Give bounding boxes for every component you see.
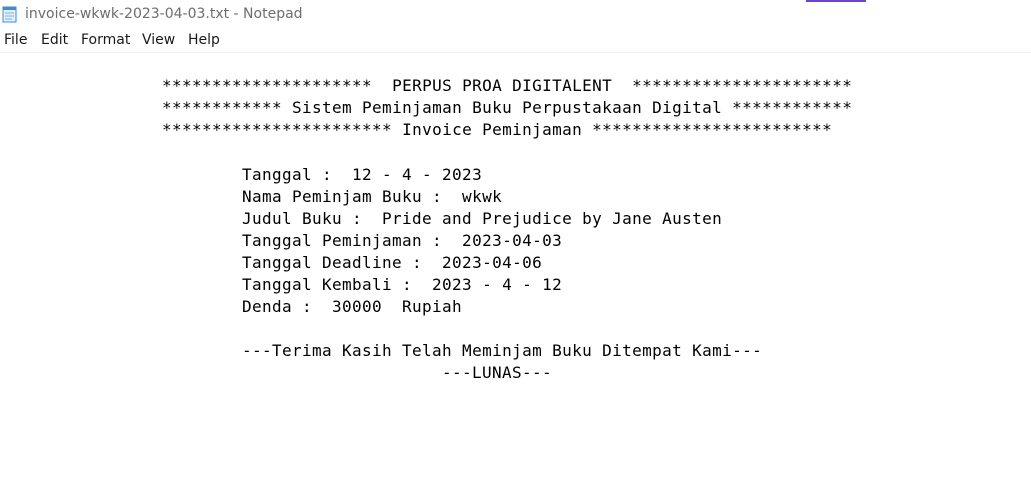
nama-peminjam-line: Nama Peminjam Buku : wkwk (242, 187, 503, 206)
header-line-1: ********************* PERPUS PROA DIGITA… (162, 76, 853, 95)
lunas-line: ---LUNAS--- (442, 363, 553, 382)
menu-view[interactable]: View (142, 32, 175, 48)
window-title: invoice-wkwk-2023-04-03.txt - Notepad (25, 6, 303, 22)
menu-bar: File Edit Format View Help (0, 31, 1031, 52)
text-editor-area[interactable]: ********************* PERPUS PROA DIGITA… (0, 53, 1031, 490)
menu-format[interactable]: Format (81, 32, 130, 48)
menu-help[interactable]: Help (188, 32, 220, 48)
title-accent-strip (806, 0, 866, 2)
menu-edit[interactable]: Edit (41, 32, 68, 48)
title-bar[interactable]: invoice-wkwk-2023-04-03.txt - Notepad (0, 0, 1031, 30)
denda-line: Denda : 30000 Rupiah (242, 297, 463, 316)
menu-file[interactable]: File (4, 32, 27, 48)
header-line-3: *********************** Invoice Peminjam… (162, 120, 833, 139)
tanggal-kembali-line: Tanggal Kembali : 2023 - 4 - 12 (242, 275, 563, 294)
notepad-icon (2, 6, 17, 23)
terima-kasih-line: ---Terima Kasih Telah Meminjam Buku Dite… (242, 341, 763, 360)
tanggal-peminjaman-line: Tanggal Peminjaman : 2023-04-03 (242, 231, 563, 250)
header-line-2: ************ Sistem Peminjaman Buku Perp… (162, 98, 853, 117)
tanggal-deadline-line: Tanggal Deadline : 2023-04-06 (242, 253, 543, 272)
notepad-window: invoice-wkwk-2023-04-03.txt - Notepad Fi… (0, 0, 1031, 490)
judul-buku-line: Judul Buku : Pride and Prejudice by Jane… (242, 209, 723, 228)
tanggal-line: Tanggal : 12 - 4 - 2023 (242, 165, 483, 184)
